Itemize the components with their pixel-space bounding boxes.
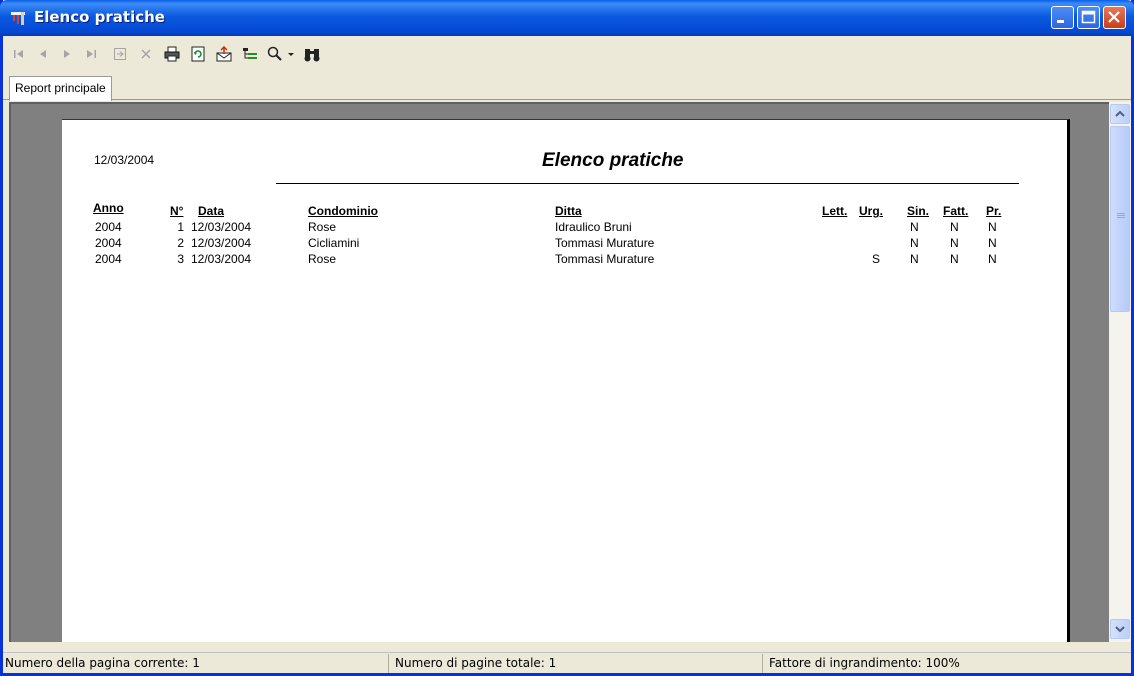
export-button[interactable]	[213, 44, 235, 64]
table-cell-ditta: Tommasi Murature	[555, 236, 655, 250]
table-cell-fatt: N	[950, 220, 959, 234]
report-title: Elenco pratiche	[542, 150, 684, 171]
zoom-icon	[267, 46, 282, 61]
status-zoom-factor: Fattore di ingrandimento: 100%	[769, 656, 960, 670]
zoom-dropdown-button[interactable]	[285, 44, 297, 64]
table-cell-condominio: Rose	[308, 220, 337, 234]
header-lett: Lett.	[822, 204, 848, 218]
status-bar: Numero della pagina corrente: 1 Numero d…	[3, 652, 1131, 673]
grip-line	[1117, 213, 1125, 214]
table-cell-data: 12/03/2004	[191, 220, 252, 234]
export-icon	[216, 46, 232, 62]
group-tree-button[interactable]	[239, 44, 261, 64]
next-page-icon	[64, 50, 70, 58]
table-cell-anno: 2004	[95, 220, 122, 234]
title-bar[interactable]: Elenco pratiche	[0, 0, 1134, 36]
refresh-icon	[191, 46, 205, 62]
chevron-down-icon	[1115, 626, 1125, 633]
table-cell-fatt: N	[950, 252, 959, 266]
table-cell-sin: N	[910, 220, 919, 234]
close-button[interactable]	[1103, 6, 1126, 29]
zoom-button[interactable]	[265, 44, 285, 64]
header-numero: N°	[170, 204, 184, 218]
header-pr: Pr.	[986, 204, 1002, 218]
scrollbar-thumb[interactable]	[1110, 126, 1130, 312]
stop-icon	[141, 49, 151, 59]
prev-page-icon	[40, 50, 46, 58]
status-current-page: Numero della pagina corrente: 1	[5, 654, 389, 673]
print-icon	[164, 46, 180, 62]
report-viewer-window: Elenco pratiche Report principale 12/03/…	[0, 0, 1134, 676]
status-total-pages: Numero di pagine totale: 1	[395, 654, 763, 673]
table-cell-sin: N	[910, 252, 919, 266]
table-cell-data: 12/03/2004	[191, 252, 252, 266]
prev-page-button[interactable]	[33, 44, 53, 64]
table-cell-pr: N	[988, 220, 997, 234]
next-page-button[interactable]	[57, 44, 77, 64]
report-preview-area[interactable]: 12/03/2004 Elenco pratiche Anno N° Data …	[9, 102, 1109, 642]
search-button[interactable]	[301, 44, 323, 64]
refresh-button[interactable]	[187, 44, 209, 64]
table-cell-numero: 2	[177, 236, 184, 250]
dropdown-arrow-icon	[288, 53, 294, 56]
search-binoculars-icon	[304, 49, 320, 62]
first-page-icon	[14, 50, 23, 58]
table-cell-sin: N	[910, 236, 919, 250]
grip-line	[1117, 217, 1125, 218]
header-urg: Urg.	[859, 204, 883, 218]
header-ditta: Ditta	[555, 204, 582, 218]
app-icon	[10, 10, 28, 26]
stop-button[interactable]	[135, 44, 157, 64]
table-cell-ditta: Idraulico Bruni	[555, 220, 632, 234]
table-cell-anno: 2004	[95, 252, 122, 266]
scroll-up-button[interactable]	[1110, 104, 1130, 124]
header-anno: Anno	[93, 201, 124, 215]
tab-bar: Report principale	[3, 72, 1131, 101]
first-page-button[interactable]	[9, 44, 29, 64]
table-cell-condominio: Cicliamini	[308, 236, 360, 250]
table-cell-condominio: Rose	[308, 252, 337, 266]
table-cell-urg: S	[872, 252, 881, 266]
report-page: 12/03/2004 Elenco pratiche Anno N° Data …	[62, 119, 1070, 642]
group-tree-icon	[243, 48, 257, 59]
table-cell-numero: 1	[177, 220, 184, 234]
header-fatt: Fatt.	[943, 204, 969, 218]
window-title: Elenco pratiche	[34, 8, 165, 26]
table-cell-anno: 2004	[95, 236, 122, 250]
vertical-scrollbar[interactable]	[1109, 102, 1131, 642]
report-toolbar	[3, 36, 1131, 72]
header-sin: Sin.	[907, 204, 930, 218]
maximize-button[interactable]	[1077, 6, 1100, 29]
minimize-button[interactable]	[1051, 6, 1074, 29]
title-underline-divider	[276, 183, 1019, 184]
table-cell-pr: N	[988, 236, 997, 250]
header-condominio: Condominio	[308, 204, 378, 218]
chevron-up-icon	[1115, 110, 1125, 117]
print-button[interactable]	[161, 44, 183, 64]
last-page-icon	[87, 50, 96, 58]
table-cell-fatt: N	[950, 236, 959, 250]
goto-page-button[interactable]	[109, 44, 131, 64]
grip-line	[1117, 215, 1125, 216]
table-cell-numero: 3	[177, 252, 184, 266]
table-cell-ditta: Tommasi Murature	[555, 252, 655, 266]
last-page-button[interactable]	[81, 44, 101, 64]
header-data: Data	[198, 204, 225, 218]
tab-report-principale[interactable]: Report principale	[9, 76, 112, 101]
table-cell-pr: N	[988, 252, 997, 266]
table-cell-data: 12/03/2004	[191, 236, 252, 250]
report-date: 12/03/2004	[94, 153, 155, 167]
scroll-down-button[interactable]	[1110, 619, 1130, 639]
goto-page-icon	[114, 48, 126, 60]
